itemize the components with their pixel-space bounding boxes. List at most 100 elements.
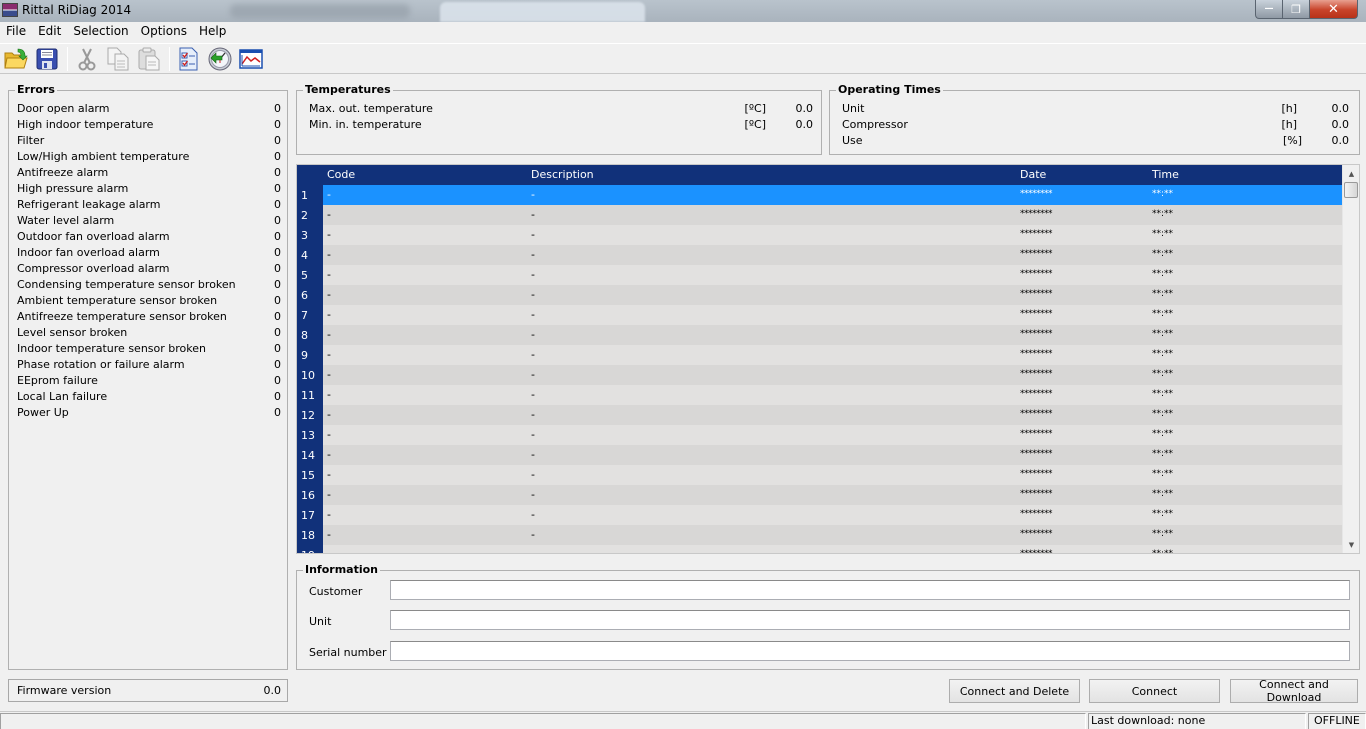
row-number[interactable]: 9 xyxy=(297,345,323,365)
table-row[interactable]: 11- - ******** **:** xyxy=(297,385,1344,405)
connect-clock-button[interactable] xyxy=(207,46,233,72)
cell-time: **:** xyxy=(1152,389,1174,399)
table-row[interactable]: 19 ******** **:** xyxy=(297,545,1344,553)
row-number[interactable]: 8 xyxy=(297,325,323,345)
column-header-time[interactable]: Time xyxy=(1152,168,1179,181)
unit-input[interactable] xyxy=(390,610,1350,630)
restore-icon: ❐ xyxy=(1291,2,1301,16)
row-number[interactable]: 7 xyxy=(297,305,323,325)
cell-time: **:** xyxy=(1152,489,1174,499)
open-icon xyxy=(4,48,28,68)
connect-and-download-button[interactable]: Connect and Download xyxy=(1230,678,1358,704)
table-row[interactable]: 7- - ******** **:** xyxy=(297,305,1344,325)
table-row[interactable]: 2- - ******** **:** xyxy=(297,205,1344,225)
menu-selection[interactable]: Selection xyxy=(67,22,134,41)
table-row[interactable]: 5- - ******** **:** xyxy=(297,265,1344,285)
cut-button[interactable] xyxy=(74,46,100,72)
cell-time: **:** xyxy=(1152,209,1174,219)
save-button[interactable] xyxy=(34,46,60,72)
row-number[interactable]: 18 xyxy=(297,525,323,545)
table-row[interactable]: 14- - ******** **:** xyxy=(297,445,1344,465)
table-row[interactable]: 12- - ******** **:** xyxy=(297,405,1344,425)
scroll-thumb[interactable] xyxy=(1344,182,1358,198)
row-number[interactable]: 4 xyxy=(297,245,323,265)
close-button[interactable]: ✕ xyxy=(1310,0,1358,19)
cell-description: - xyxy=(531,228,535,241)
table-row[interactable]: 18- - ******** **:** xyxy=(297,525,1344,545)
row-number[interactable]: 3 xyxy=(297,225,323,245)
status-pane-empty xyxy=(0,713,1086,729)
error-count: 0 xyxy=(274,198,281,211)
cell-description: - xyxy=(531,428,535,441)
cell-date: ******** xyxy=(1020,349,1053,359)
row-number[interactable]: 14 xyxy=(297,445,323,465)
column-header-date[interactable]: Date xyxy=(1020,168,1046,181)
open-button[interactable] xyxy=(3,46,29,72)
table-scrollbar[interactable]: ▲ ▼ xyxy=(1342,165,1359,553)
error-count: 0 xyxy=(274,390,281,403)
information-group: Information Customer Unit Serial number xyxy=(296,564,1360,670)
customer-input[interactable] xyxy=(390,580,1350,600)
table-row[interactable]: 17- - ******** **:** xyxy=(297,505,1344,525)
cell-time: **:** xyxy=(1152,429,1174,439)
paste-button[interactable] xyxy=(136,46,162,72)
table-row[interactable]: 1- - ******** **:** xyxy=(297,185,1344,205)
chart-button[interactable] xyxy=(238,46,264,72)
row-number[interactable]: 11 xyxy=(297,385,323,405)
error-row: Water level alarm 0 xyxy=(17,213,281,229)
row-number[interactable]: 5 xyxy=(297,265,323,285)
row-cells: - - ******** **:** xyxy=(323,305,1344,325)
row-number[interactable]: 2 xyxy=(297,205,323,225)
menu-options[interactable]: Options xyxy=(135,22,193,41)
last-download-status: Last download: none xyxy=(1088,713,1306,729)
table-row[interactable]: 15- - ******** **:** xyxy=(297,465,1344,485)
connection-status: OFFLINE xyxy=(1308,713,1366,729)
table-row[interactable]: 8- - ******** **:** xyxy=(297,325,1344,345)
checklist-button[interactable] xyxy=(176,46,202,72)
table-row[interactable]: 13- - ******** **:** xyxy=(297,425,1344,445)
row-number[interactable]: 17 xyxy=(297,505,323,525)
row-number[interactable]: 19 xyxy=(297,545,323,553)
row-number[interactable]: 12 xyxy=(297,405,323,425)
table-row[interactable]: 3- - ******** **:** xyxy=(297,225,1344,245)
cell-code: - xyxy=(327,368,331,381)
cell-description: - xyxy=(531,308,535,321)
log-table[interactable]: Code Description Date Time 1- - ******** **… xyxy=(296,164,1360,554)
column-header-code[interactable]: Code xyxy=(327,168,355,181)
connect-button[interactable]: Connect xyxy=(1089,679,1220,703)
minimize-button[interactable]: — xyxy=(1255,0,1283,19)
row-cells: - - ******** **:** xyxy=(323,225,1344,245)
row-number[interactable]: 15 xyxy=(297,465,323,485)
row-cells: - - ******** **:** xyxy=(323,185,1344,205)
serial-number-input[interactable] xyxy=(390,641,1350,661)
menu-help[interactable]: Help xyxy=(193,22,232,41)
row-number[interactable]: 1 xyxy=(297,185,323,205)
connect-and-delete-button[interactable]: Connect and Delete xyxy=(949,679,1080,703)
copy-button[interactable] xyxy=(105,46,131,72)
table-row[interactable]: 16- - ******** **:** xyxy=(297,485,1344,505)
row-number[interactable]: 13 xyxy=(297,425,323,445)
scroll-up-button[interactable]: ▲ xyxy=(1343,165,1359,182)
row-number[interactable]: 10 xyxy=(297,365,323,385)
column-header-description[interactable]: Description xyxy=(531,168,594,181)
menu-file[interactable]: File xyxy=(0,22,32,41)
error-count: 0 xyxy=(274,134,281,147)
close-icon: ✕ xyxy=(1328,1,1339,17)
cell-time: **:** xyxy=(1152,189,1174,199)
table-row[interactable]: 6- - ******** **:** xyxy=(297,285,1344,305)
error-label: Condensing temperature sensor broken xyxy=(17,278,236,291)
firmware-panel: Firmware version 0.0 xyxy=(8,679,288,702)
error-label: Phase rotation or failure alarm xyxy=(17,358,185,371)
row-number[interactable]: 16 xyxy=(297,485,323,505)
table-row[interactable]: 4- - ******** **:** xyxy=(297,245,1344,265)
table-row[interactable]: 10- - ******** **:** xyxy=(297,365,1344,385)
cell-code: - xyxy=(327,208,331,221)
error-label: Refrigerant leakage alarm xyxy=(17,198,161,211)
cell-description: - xyxy=(531,408,535,421)
table-row[interactable]: 9- - ******** **:** xyxy=(297,345,1344,365)
scroll-down-button[interactable]: ▼ xyxy=(1343,536,1359,553)
maximize-button[interactable]: ❐ xyxy=(1283,0,1310,19)
row-number[interactable]: 6 xyxy=(297,285,323,305)
menu-edit[interactable]: Edit xyxy=(32,22,67,41)
window-controls: — ❐ ✕ xyxy=(1255,0,1358,19)
